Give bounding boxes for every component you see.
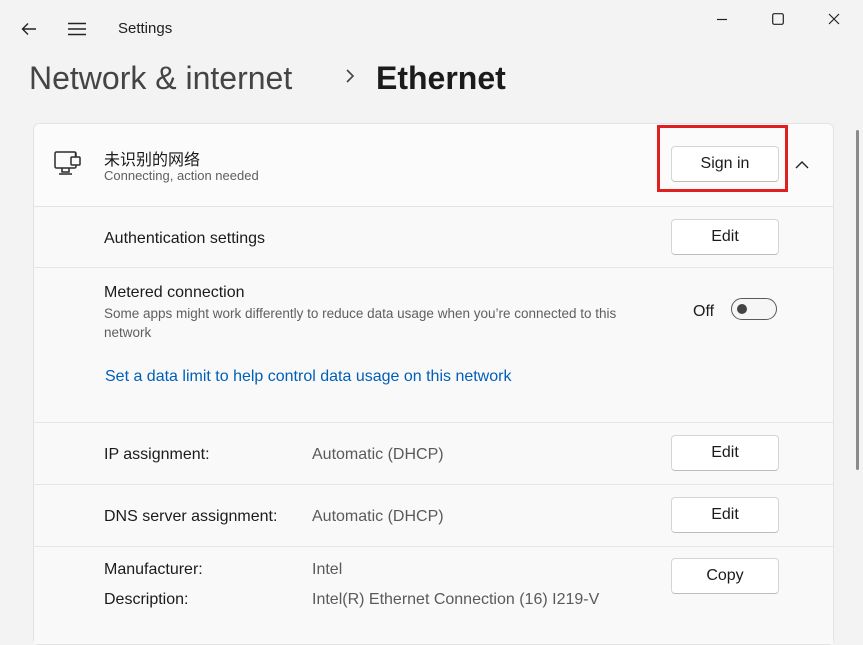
- auth-edit-button[interactable]: Edit: [671, 219, 779, 255]
- network-status: Connecting, action needed: [104, 168, 259, 183]
- minimize-button[interactable]: [702, 8, 742, 30]
- manufacturer-label: Manufacturer:: [104, 561, 203, 578]
- manufacturer-value: Intel: [312, 561, 343, 578]
- ip-edit-button[interactable]: Edit: [671, 435, 779, 471]
- ip-assignment-value: Automatic (DHCP): [312, 446, 444, 463]
- metered-connection-label: Metered connection: [104, 284, 245, 301]
- divider: [34, 546, 833, 547]
- sign-in-highlight-box: [657, 125, 788, 192]
- description-label: Description:: [104, 591, 189, 608]
- authentication-settings-label: Authentication settings: [104, 230, 265, 247]
- divider: [34, 484, 833, 485]
- maximize-icon: [772, 13, 784, 25]
- toggle-knob: [737, 304, 747, 314]
- window-title: Settings: [118, 20, 173, 37]
- dns-edit-button[interactable]: Edit: [671, 497, 779, 533]
- description-value: Intel(R) Ethernet Connection (16) I219-V: [312, 591, 600, 608]
- navigation-menu-button[interactable]: [64, 18, 90, 40]
- divider: [34, 422, 833, 423]
- scrollbar[interactable]: [856, 130, 859, 470]
- ip-assignment-label: IP assignment:: [104, 446, 210, 463]
- copy-button[interactable]: Copy: [671, 558, 779, 594]
- maximize-button[interactable]: [758, 8, 798, 30]
- minimize-icon: [717, 18, 727, 21]
- arrow-left-icon: [21, 23, 36, 35]
- page-title: Ethernet: [376, 60, 506, 96]
- network-name: 未识别的网络: [104, 150, 201, 169]
- metered-state-label: Off: [693, 303, 715, 320]
- ethernet-monitor-icon: [54, 151, 82, 182]
- data-limit-link[interactable]: Set a data limit to help control data us…: [105, 368, 511, 386]
- hamburger-icon: [68, 22, 86, 36]
- metered-connection-toggle[interactable]: [731, 298, 777, 320]
- breadcrumb-parent[interactable]: Network & internet: [29, 58, 292, 98]
- dns-assignment-label: DNS server assignment:: [104, 508, 278, 525]
- ethernet-card: 未识别的网络 Connecting, action needed Sign in…: [33, 123, 834, 645]
- close-button[interactable]: [814, 8, 854, 30]
- back-button[interactable]: [16, 18, 42, 40]
- chevron-up-icon[interactable]: [794, 157, 810, 175]
- chevron-right-icon: [344, 66, 356, 91]
- metered-connection-description: Some apps might work differently to redu…: [104, 306, 617, 340]
- dns-assignment-value: Automatic (DHCP): [312, 508, 444, 525]
- close-icon: [828, 13, 840, 25]
- divider: [34, 267, 833, 268]
